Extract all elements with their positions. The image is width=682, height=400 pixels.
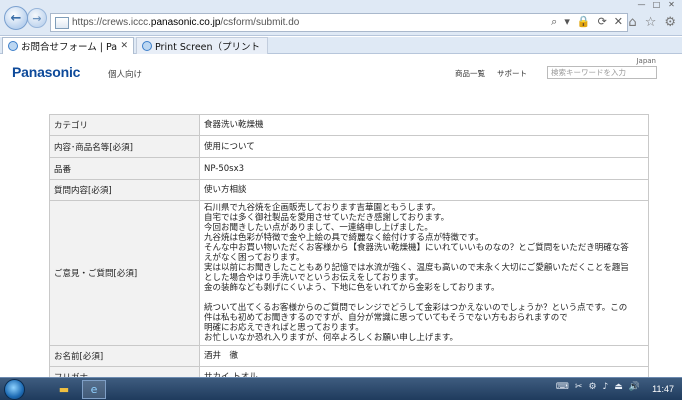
country-label: Japan	[636, 57, 656, 65]
ie-page-icon	[8, 41, 18, 51]
address-bar-row: ← → https://crews.iccc.panasonic.co.jp/c…	[0, 0, 682, 36]
text-line: えがなく困っております。	[204, 253, 305, 263]
lock-icon[interactable]: 🔒	[577, 15, 591, 29]
header-nav: 商品一覧 サポート	[455, 68, 527, 79]
web-page: Panasonic 個人向け Japan 商品一覧 サポート 検索キーワードを入…	[0, 55, 682, 377]
opinion-text: 石川県で九谷焼を企画販売しております吉華園ともうします。 自宅では多く御社製品を…	[199, 200, 649, 346]
table-row: お名前[必須] 酒井 徹	[49, 345, 649, 367]
audio-icon[interactable]: ♪	[603, 382, 609, 392]
text-line: 自宅では多く御社製品を愛用させていただき感謝しております。	[204, 213, 450, 223]
table-row: 内容･商品名等[必須] 使用について	[49, 135, 649, 158]
text-line: 明確にお応えできればと思っております。	[204, 323, 364, 333]
text-gap	[204, 293, 644, 303]
taskbar: ▬ e ⌨ ✂ ⚙ ♪ ⏏ 🔊 11:47	[0, 377, 682, 400]
forward-arrow-icon: →	[32, 11, 42, 25]
personal-link[interactable]: 個人向け	[108, 68, 142, 80]
minimize-icon[interactable]: —	[635, 0, 648, 10]
url-tools: ⌕ ▾ 🔒 ⟳ ✕	[551, 15, 623, 29]
text-line: 金の装飾なども剥げにくいよう、下地に色をいれてから金彩をしております。	[204, 283, 500, 293]
field-label: お名前[必須]	[49, 345, 200, 367]
volume-icon[interactable]: 🔊	[629, 382, 640, 392]
eject-icon[interactable]: ⏏	[614, 382, 623, 392]
text-line: 九谷焼は色彩が特徴で金や上絵の具で綺麗なく絵付けする点が特徴です。	[204, 233, 484, 243]
page-icon	[55, 16, 69, 29]
favorites-icon[interactable]: ☆	[645, 15, 657, 30]
text-line: とした場合やはり手洗いでというお伝えをしております。	[204, 273, 424, 283]
field-value: 使い方相談	[199, 179, 649, 201]
field-value: 酒井 徹	[199, 345, 649, 367]
inquiry-table: カテゴリ 食器洗い乾燥機 内容･商品名等[必須] 使用について 品番 NP-50…	[49, 114, 649, 377]
text-line: 件は私も初めてお聞きするのですが、自分が常識に思っていてもそうでない方もおられま…	[204, 313, 568, 323]
field-label: 内容･商品名等[必須]	[49, 135, 200, 158]
nav-products-link[interactable]: 商品一覧	[455, 68, 485, 79]
forward-button[interactable]: →	[27, 8, 47, 28]
url-text: https://crews.iccc.panasonic.co.jp/csfor…	[72, 17, 300, 28]
folder-icon[interactable]: ▬	[52, 380, 76, 399]
gear-icon[interactable]: ⚙	[664, 15, 676, 30]
maximize-icon[interactable]: □	[650, 0, 663, 10]
tab-inquiry-form[interactable]: お問合せフォーム | Pana... ✕	[2, 37, 134, 54]
field-label: フリガナ	[49, 366, 200, 377]
tab-close-icon[interactable]: ✕	[120, 41, 128, 51]
url-field[interactable]: https://crews.iccc.panasonic.co.jp/csfor…	[50, 13, 628, 32]
back-button[interactable]: ←	[4, 6, 28, 30]
text-line: お忙しいなか恐れ入りますが、何卒よろしくお願い申し上げます。	[204, 333, 458, 343]
table-row: カテゴリ 食器洗い乾燥機	[49, 114, 649, 136]
field-label: 品番	[49, 157, 200, 180]
table-row: フリガナ サカイ トオル	[49, 366, 649, 377]
browser-icons: ⌂ ☆ ⚙	[628, 15, 676, 30]
internet-explorer-icon[interactable]: e	[82, 380, 106, 399]
home-icon[interactable]: ⌂	[628, 15, 636, 30]
table-row: 質問内容[必須] 使い方相談	[49, 179, 649, 201]
field-label: カテゴリ	[49, 114, 200, 136]
text-line: 実は以前にお聞きしたこともあり記憶では水流が強く、温度も高いので末永く大切にご愛…	[204, 263, 629, 273]
field-value: NP-50sx3	[199, 157, 649, 180]
field-value: 食器洗い乾燥機	[199, 114, 649, 136]
scissors-icon[interactable]: ✂	[575, 382, 583, 392]
table-row: 品番 NP-50sx3	[49, 157, 649, 180]
settings-icon[interactable]: ⚙	[588, 382, 596, 392]
back-arrow-icon: ←	[10, 10, 22, 26]
text-line: 今回お聞きしたい点がありまして、一連絡申し上げました。	[204, 223, 433, 233]
field-value: 使用について	[199, 135, 649, 158]
text-line: 続ついて出てくるお客様からのご質問でレンジでどうして金彩はつかえないのでしょうか…	[204, 303, 628, 313]
field-label: ご意見・ご質問[必須]	[49, 200, 200, 346]
tab-label: Print Screen（プリントスク...	[155, 42, 259, 53]
site-header: Panasonic 個人向け Japan 商品一覧 サポート 検索キーワードを入…	[0, 55, 682, 95]
stop-icon[interactable]: ✕	[614, 15, 623, 29]
field-value: サカイ トオル	[199, 366, 649, 377]
system-tray: ⌨ ✂ ⚙ ♪ ⏏ 🔊	[556, 382, 640, 392]
search-input[interactable]: 検索キーワードを入力	[547, 66, 657, 79]
text-line: そんな中お買い物いただくお客様から【食器洗い乾燥機】にいれていいものなの？とご質…	[204, 243, 629, 253]
ie-page-icon	[142, 41, 152, 51]
refresh-icon[interactable]: ⟳	[598, 15, 607, 29]
tab-strip: お問合せフォーム | Pana... ✕ Print Screen（プリントスク…	[0, 37, 682, 54]
keyboard-icon[interactable]: ⌨	[556, 382, 569, 392]
clock[interactable]: 11:47	[652, 384, 674, 394]
dropdown-icon[interactable]: ▾	[564, 15, 570, 29]
tab-print-screen[interactable]: Print Screen（プリントスク...	[136, 37, 268, 54]
search-icon[interactable]: ⌕	[551, 15, 557, 29]
text-line: 石川県で九谷焼を企画販売しております吉華園ともうします。	[204, 203, 441, 213]
field-label: 質問内容[必須]	[49, 179, 200, 201]
window-controls: — □ ✕	[635, 0, 678, 10]
nav-support-link[interactable]: サポート	[497, 68, 527, 79]
panasonic-logo[interactable]: Panasonic	[12, 64, 80, 80]
tab-label: お問合せフォーム | Pana...	[21, 42, 118, 53]
table-row: ご意見・ご質問[必須] 石川県で九谷焼を企画販売しております吉華園ともうします。…	[49, 200, 649, 346]
start-button[interactable]	[4, 379, 25, 400]
close-window-icon[interactable]: ✕	[665, 0, 678, 10]
